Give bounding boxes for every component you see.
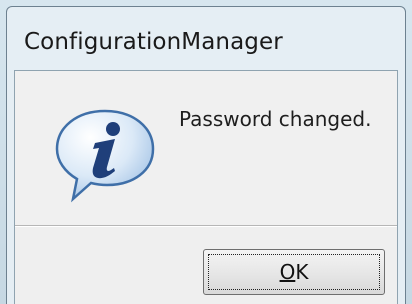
- information-icon: [55, 109, 155, 203]
- dialog-client-area: Password changed. OK: [14, 70, 398, 304]
- ok-button[interactable]: OK: [203, 249, 385, 295]
- title-bar: ConfigurationManager: [24, 22, 283, 62]
- ok-label-rest: K: [295, 260, 309, 284]
- ok-mnemonic: O: [279, 260, 296, 284]
- ok-button-label: OK: [280, 260, 309, 284]
- dialog-message: Password changed.: [179, 107, 372, 131]
- window-title: ConfigurationManager: [24, 29, 283, 55]
- message-area: Password changed.: [15, 71, 397, 225]
- dialog-window: ConfigurationManager Password changed. O…: [0, 0, 412, 304]
- button-bar: OK: [15, 227, 397, 304]
